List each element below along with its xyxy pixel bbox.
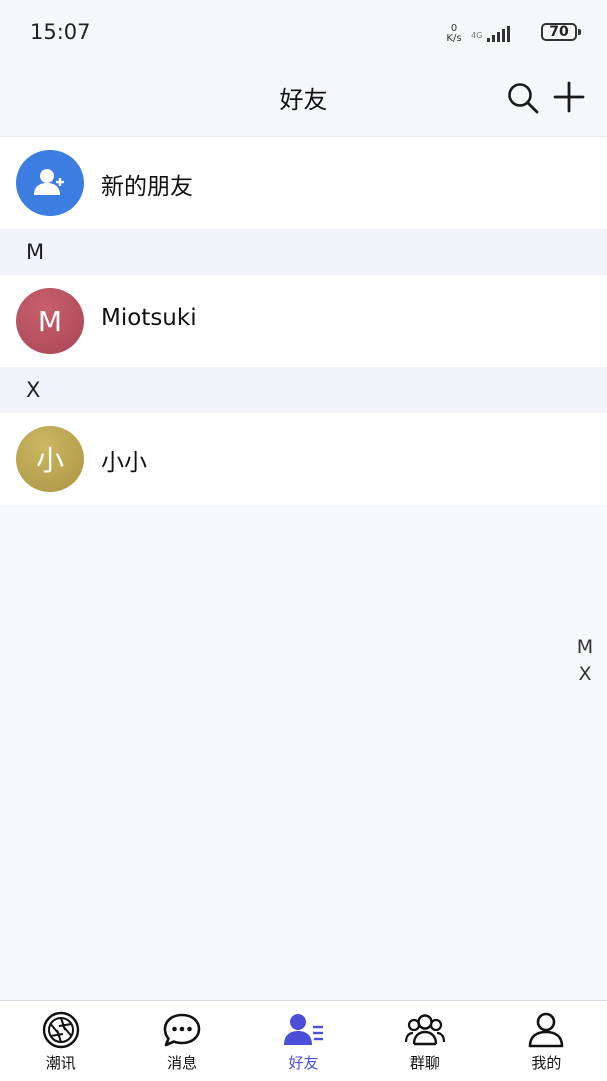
avatar-text: 小 xyxy=(35,444,64,477)
nav-label: 消息 xyxy=(167,1054,198,1072)
battery-level: 70 xyxy=(549,24,569,40)
nav-item-chaoxun[interactable]: 潮讯 xyxy=(0,1001,121,1081)
nav-label: 我的 xyxy=(531,1054,562,1072)
new-friends-label: 新的朋友 xyxy=(101,174,193,200)
contact-name: 小小 xyxy=(101,450,147,476)
group-icon xyxy=(404,1014,446,1046)
chat-bubble-icon xyxy=(163,1013,201,1047)
index-letter-m[interactable]: M xyxy=(575,634,595,661)
contact-row-xiaoxiao[interactable]: 小 小小 xyxy=(0,413,607,505)
status-bar: 15:07 0 K/s 4G 70 xyxy=(0,0,607,64)
nav-item-friends[interactable]: 好友 xyxy=(243,1001,364,1081)
contact-row-miotsuki[interactable]: M Miotsuki xyxy=(0,275,607,367)
signal-icon: 4G xyxy=(471,26,510,42)
alphabet-index[interactable]: M X xyxy=(575,634,595,688)
avatar: M xyxy=(16,288,84,354)
add-icon[interactable] xyxy=(551,79,587,115)
network-speed: 0 K/s xyxy=(443,24,465,44)
index-letter-x[interactable]: X xyxy=(575,661,595,688)
svg-text:4G: 4G xyxy=(471,31,482,40)
bottom-nav: 潮讯 消息 好友 群聊 我的 xyxy=(0,1000,607,1081)
section-letter: M xyxy=(26,240,45,264)
nav-item-messages[interactable]: 消息 xyxy=(121,1001,242,1081)
person-icon xyxy=(529,1012,564,1048)
contact-name: Miotsuki xyxy=(101,305,197,331)
nav-label: 好友 xyxy=(288,1054,319,1072)
nav-label: 潮讯 xyxy=(45,1054,76,1072)
section-header-m: M xyxy=(0,229,607,275)
section-letter: X xyxy=(26,378,41,402)
contacts-icon xyxy=(283,1014,323,1045)
status-indicators: 0 K/s 4G 70 xyxy=(427,22,581,48)
header: 好友 xyxy=(0,64,607,137)
camera-aperture-icon xyxy=(42,1011,79,1049)
status-time: 15:07 xyxy=(30,20,91,44)
nav-item-me[interactable]: 我的 xyxy=(486,1001,607,1081)
network-speed-unit: K/s xyxy=(446,33,462,44)
search-icon[interactable] xyxy=(505,80,541,116)
avatar: 小 xyxy=(16,426,84,492)
nav-label: 群聊 xyxy=(409,1054,440,1072)
nav-item-groups[interactable]: 群聊 xyxy=(364,1001,485,1081)
add-user-icon xyxy=(16,150,84,216)
new-friends-row[interactable]: 新的朋友 xyxy=(0,137,607,229)
section-header-x: X xyxy=(0,367,607,413)
battery-icon: 70 xyxy=(541,23,581,41)
avatar-text: M xyxy=(37,304,63,338)
